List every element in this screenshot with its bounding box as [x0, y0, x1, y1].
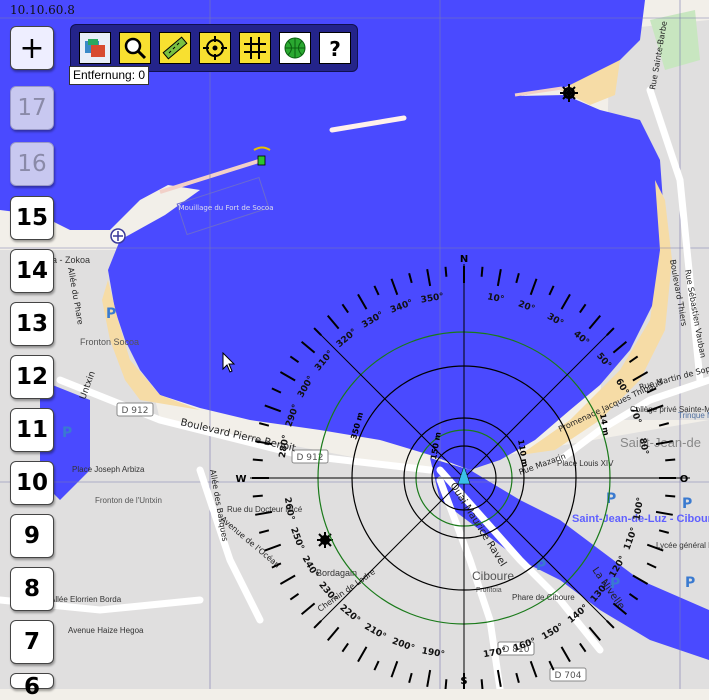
fronton-socoa-label: Fronton Socoa: [80, 337, 139, 347]
parking-icon: P: [685, 575, 695, 591]
zoom-level-17: 17: [10, 86, 54, 130]
grid-button[interactable]: [239, 32, 271, 64]
compass-tick: [480, 266, 484, 277]
search-magnifier-icon: [124, 37, 147, 60]
ruler-icon: [162, 36, 188, 60]
compass-tick: [480, 679, 484, 689]
zoom-level-6[interactable]: 6: [10, 673, 54, 700]
search-button[interactable]: [119, 32, 151, 64]
d912-label: D 912: [122, 406, 149, 416]
fronton-untxin-label: Fronton de l'Untxin: [95, 496, 162, 505]
measure-button[interactable]: [159, 32, 191, 64]
svg-text:?: ?: [329, 37, 341, 61]
zoom-level-11[interactable]: 11: [10, 408, 54, 452]
zoom-level-7[interactable]: 7: [10, 620, 54, 664]
mouse-cursor-icon: [222, 352, 236, 373]
zoom-level-14[interactable]: 14: [10, 249, 54, 293]
layers-button[interactable]: [79, 32, 111, 64]
place-joseph-label: Place Joseph Arbiza: [72, 465, 145, 474]
zoom-level-12[interactable]: 12: [10, 355, 54, 399]
layers-icon: [85, 39, 105, 57]
compass-north: N: [460, 254, 468, 265]
harbour-marker[interactable]: [110, 228, 126, 244]
compass-tick: [444, 266, 448, 277]
parking-icon: P: [682, 496, 692, 512]
zoom-level-13[interactable]: 13: [10, 302, 54, 346]
distance-readout: Entfernung: 0: [69, 66, 150, 85]
av-hegoa-label: Avenue Haize Hegoa: [68, 626, 144, 635]
allee-borda-label: Allée Elorrien Borda: [50, 595, 122, 604]
compass-tick: [665, 494, 676, 498]
lighthouse-marker-ciboure[interactable]: [317, 532, 333, 548]
parking-icon: P: [536, 558, 546, 574]
grid-icon: [244, 37, 266, 59]
frontoia-label: Frontoia: [476, 587, 502, 594]
help-button[interactable]: ?: [319, 32, 351, 64]
parking-icon: P: [62, 425, 72, 441]
compass-tick: [252, 458, 263, 462]
lycee-label: Lycée général Maurice Ravel: [656, 541, 709, 550]
parking-icon: P: [106, 306, 116, 322]
compass-south: S: [460, 676, 467, 687]
locate-button[interactable]: [199, 32, 231, 64]
crosshair-icon: [203, 36, 227, 60]
compass-tick: [665, 458, 676, 462]
zoom-level-10[interactable]: 10: [10, 461, 54, 505]
help-icon: ?: [329, 37, 341, 61]
compass-tick: [252, 494, 263, 498]
compass-east: O: [680, 474, 689, 485]
zokoa-label: a - Zokoa: [52, 255, 90, 265]
zoom-level-8[interactable]: 8: [10, 567, 54, 611]
compass-west: W: [235, 474, 246, 485]
globe-icon: [284, 37, 306, 59]
compass-tick: [444, 679, 448, 689]
zoom-level-16: 16: [10, 142, 54, 186]
zoom-level-15[interactable]: 15: [10, 196, 54, 240]
college-label: Collège privé Sainte-Marie: [630, 405, 709, 414]
map-canvas[interactable]: D 912 D 912 D 810 D 704 Mouillage du For…: [0, 0, 709, 689]
d704-label: D 704: [555, 671, 582, 681]
zoom-in-button[interactable]: +: [10, 26, 54, 70]
ip-address: 10.10.60.8: [10, 3, 75, 17]
zoom-level-9[interactable]: 9: [10, 514, 54, 558]
mouillage-label: Mouillage du Fort de Socoa: [179, 204, 274, 212]
globe-button[interactable]: [279, 32, 311, 64]
map-toolbar: ?: [70, 24, 358, 72]
